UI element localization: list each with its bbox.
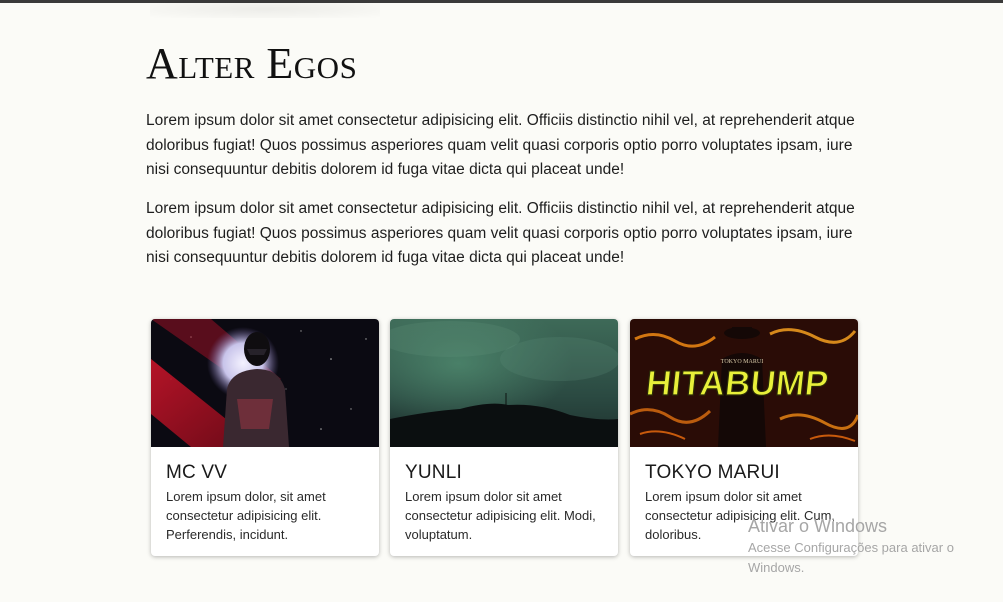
top-shadow — [150, 0, 380, 18]
intro-paragraph-1: Lorem ipsum dolor sit amet consectetur a… — [146, 112, 855, 178]
card-title: MC VV — [166, 462, 228, 483]
card-image-yunli — [390, 319, 618, 447]
card-image-mc-vv — [151, 319, 379, 447]
card-mc-vv[interactable]: MC VV Lorem ipsum dolor, sit amet consec… — [151, 319, 379, 556]
card-description: Lorem ipsum dolor, sit amet consectetur … — [166, 489, 326, 542]
image-logo-text: HITABUMP — [644, 364, 830, 403]
card-yunli[interactable]: YUNLI Lorem ipsum dolor sit amet consect… — [390, 319, 618, 556]
card-title: TOKYO MARUI — [645, 462, 780, 483]
card-description: Lorem ipsum dolor sit amet consectetur a… — [405, 489, 596, 542]
card-image-tokyo-marui: TOKYO MARUI HITABUMP — [630, 319, 858, 447]
intro-paragraph-2: Lorem ipsum dolor sit amet consectetur a… — [146, 200, 855, 266]
card-title: YUNLI — [405, 462, 462, 483]
watermark-subtitle: Acesse Configurações para ativar o Windo… — [748, 540, 954, 575]
windows-activation-watermark: Ativar o Windows Acesse Configurações pa… — [748, 515, 998, 578]
page-title: Alter Egos — [146, 39, 358, 88]
watermark-title: Ativar o Windows — [748, 516, 888, 536]
